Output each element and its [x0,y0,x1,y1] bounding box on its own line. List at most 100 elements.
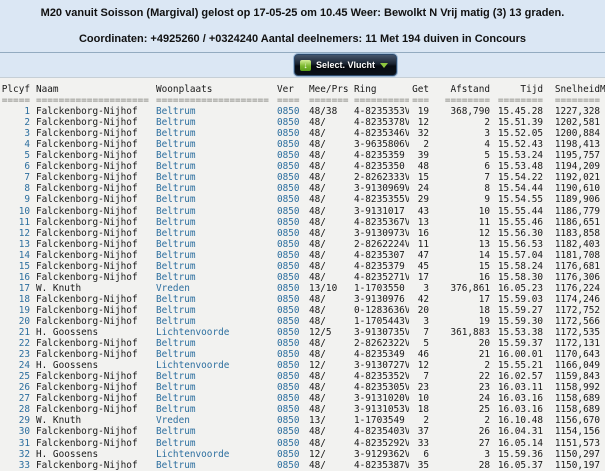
cell-naam: Falckenborg-Nijhof [30,316,153,327]
table-row: 19Falckenborg-NijhofBeltrum085048/0-1283… [0,305,605,316]
cell-snelheid: 1150,197 [543,460,600,471]
cell-mee-prs: 48/ [306,117,351,128]
cell-tijd: 16.05.14 [490,438,543,449]
table-row: 25Falckenborg-NijhofBeltrum085048/4-8235… [0,371,605,382]
cell-get: 12 [409,117,429,128]
cell-plcyf: 6 [0,161,30,172]
clipped-cell [600,172,605,183]
cell-woonplaats: Lichtenvoorde [153,360,276,371]
cell-ring: 3-9129362V [351,449,409,460]
cell-tijd: 15.57.04 [490,250,543,261]
cell-naam: Falckenborg-Nijhof [30,438,153,449]
cell-snelheid: 1176,306 [543,272,600,283]
cell-ring: 3-9130973V [351,228,409,239]
cell-plcyf: 26 [0,382,30,393]
cell-mee-prs: 48/ [306,150,351,161]
separator: ========== [351,95,409,106]
cell-ver: 0850 [276,305,306,316]
table-header-row: Plcyf Naam Woonplaats Ver Mee/Prs Ring G… [0,84,605,95]
cell-ring: 4-8235387V [351,460,409,471]
cell-snelheid: 1176,681 [543,261,600,272]
cell-get: 6 [409,449,429,460]
cell-naam: Falckenborg-Nijhof [30,161,153,172]
cell-afstand: 16 [429,272,490,283]
cell-mee-prs: 48/ [306,349,351,360]
cell-tijd: 15.59.37 [490,338,543,349]
clipped-cell [600,393,605,404]
cell-get: 15 [409,172,429,183]
cell-ver: 0850 [276,338,306,349]
cell-naam: Falckenborg-Nijhof [30,150,153,161]
cell-ver: 0850 [276,415,306,426]
cell-tijd: 16.10.48 [490,415,543,426]
cell-get: 13 [409,217,429,228]
cell-afstand: 10 [429,206,490,217]
cell-ver: 0850 [276,239,306,250]
cell-ring: 4-8235349 [351,349,409,360]
clipped-cell [600,228,605,239]
results-table-body: 1Falckenborg-NijhofBeltrum085048/384-823… [0,106,605,471]
cell-mee-prs: 48/ [306,139,351,150]
cell-woonplaats: Beltrum [153,128,276,139]
cell-mee-prs: 48/ [306,250,351,261]
cell-afstand: 376,861 [429,283,490,294]
cell-get: 2 [409,139,429,150]
cell-plcyf: 12 [0,228,30,239]
cell-woonplaats: Beltrum [153,106,276,117]
cell-ver: 0850 [276,404,306,415]
clipped-cell [600,150,605,161]
cell-get: 20 [409,305,429,316]
cell-get: 10 [409,393,429,404]
cell-snelheid: 1172,131 [543,338,600,349]
cell-tijd: 15.54.44 [490,183,543,194]
cell-plcyf: 18 [0,294,30,305]
separator: ==== [276,95,306,106]
cell-ring: 4-8235346V [351,128,409,139]
cell-tijd: 16.03.16 [490,393,543,404]
cell-mee-prs: 12/5 [306,327,351,338]
cell-snelheid: 1151,573 [543,438,600,449]
cell-mee-prs: 48/ [306,371,351,382]
clipped-cell [600,239,605,250]
cell-ring: 4-8235353V [351,106,409,117]
cell-tijd: 15.56.30 [490,228,543,239]
results-area: Plcyf Naam Woonplaats Ver Mee/Prs Ring G… [0,78,605,471]
cell-afstand: 23 [429,382,490,393]
cell-ver: 0850 [276,327,306,338]
cell-afstand: 2 [429,415,490,426]
cell-tijd: 16.03.11 [490,382,543,393]
cell-tijd: 16.05.37 [490,460,543,471]
cell-ver: 0850 [276,272,306,283]
cell-mee-prs: 13/ [306,415,351,426]
cell-afstand: 21 [429,349,490,360]
cell-ver: 0850 [276,228,306,239]
clipped-cell [600,139,605,150]
table-row: 12Falckenborg-NijhofBeltrum085048/3-9130… [0,228,605,239]
column-header-ring: Ring [351,84,409,95]
cell-woonplaats: Beltrum [153,117,276,128]
clipped-cell [600,349,605,360]
cell-afstand: 12 [429,228,490,239]
cell-snelheid: 1198,413 [543,139,600,150]
cell-get: 2 [409,415,429,426]
cell-plcyf: 19 [0,305,30,316]
cell-ver: 0850 [276,139,306,150]
cell-ring: 4-8235379 [351,261,409,272]
cell-plcyf: 33 [0,460,30,471]
cell-ver: 0850 [276,161,306,172]
cell-woonplaats: Beltrum [153,183,276,194]
cell-afstand: 15 [429,261,490,272]
cell-snelheid: 1166,049 [543,360,600,371]
cell-snelheid: 1158,689 [543,404,600,415]
cell-naam: Falckenborg-Nijhof [30,194,153,205]
cell-ver: 0850 [276,316,306,327]
cell-naam: Falckenborg-Nijhof [30,349,153,360]
cell-tijd: 15.52.43 [490,139,543,150]
cell-woonplaats: Beltrum [153,239,276,250]
cell-mee-prs: 48/ [306,172,351,183]
select-vlucht-button[interactable]: ↓ Select. Vlucht [294,54,397,76]
table-row: 29W. KnuthVreden085013/1-17035492216.10.… [0,415,605,426]
cell-naam: Falckenborg-Nijhof [30,117,153,128]
cell-ring: 4-8235352V [351,371,409,382]
cell-woonplaats: Beltrum [153,194,276,205]
